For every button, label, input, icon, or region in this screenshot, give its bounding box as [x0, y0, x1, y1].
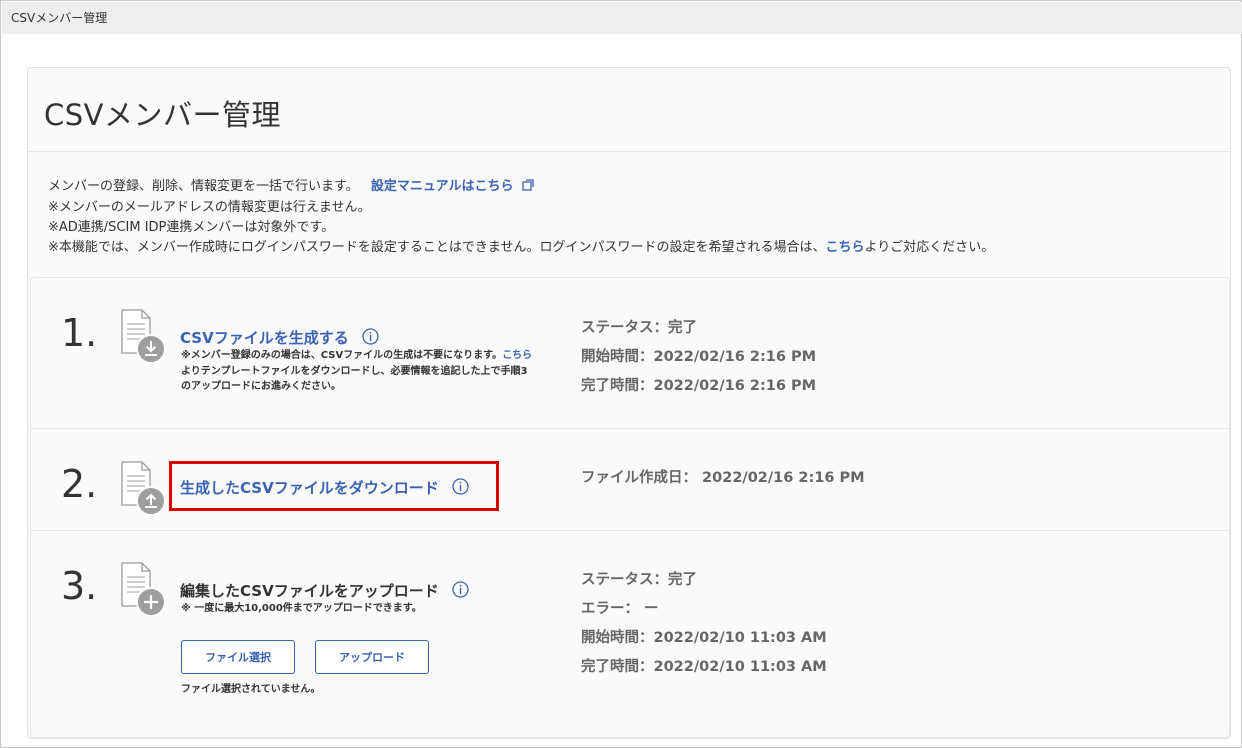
step-divider — [31, 530, 1229, 531]
description-text: メンバーの登録、削除、情報変更を一括で行います。 — [48, 179, 359, 194]
description-line-4: ※本機能では、メンバー作成時にログインパスワードを設定することはできません。ログ… — [48, 236, 994, 255]
download-highlight-box — [169, 461, 499, 511]
step-divider — [31, 428, 1229, 429]
step-3-title: 編集したCSVファイルをアップロード — [180, 582, 439, 600]
step-3-start-time: 開始時間：2022/02/10 11:03 AM — [581, 630, 827, 646]
file-selection-status: ファイル選択されていません。 — [181, 684, 321, 695]
title-bar: CSVメンバー管理 — [2, 2, 1242, 34]
steps-panel: 1. CSVファイルを生成する ※メンバー登録のみの場合は、CSVファイルの生成… — [30, 277, 1230, 738]
step-1-number: 1. — [61, 311, 98, 355]
title-divider — [28, 151, 1230, 152]
page-title: CSVメンバー管理 — [44, 98, 281, 132]
step-2-number: 2. — [61, 462, 98, 506]
step-1-title[interactable]: CSVファイルを生成する — [180, 329, 349, 347]
window-frame: CSVメンバー管理 CSVメンバー管理 メンバーの登録、削除、情報変更を一括で行… — [0, 0, 1242, 748]
step-1-status: ステータス：完了 — [581, 320, 697, 336]
description-line-2: ※メンバーのメールアドレスの情報変更は行えません。 — [48, 200, 371, 215]
note-text: ※メンバー登録のみの場合は、CSVファイルの生成は不要になります。 — [181, 350, 503, 361]
description-text: よりご対応ください。 — [864, 240, 995, 255]
step-3-error: エラー： ー — [581, 601, 659, 617]
template-download-link[interactable]: こちら — [502, 350, 532, 361]
upload-csv-heading: 編集したCSVファイルをアップロード — [180, 580, 469, 601]
file-download-icon — [121, 309, 166, 364]
manual-link[interactable]: 設定マニュアルはこちら — [371, 179, 514, 194]
step-3-number: 3. — [61, 564, 98, 608]
file-upload-icon — [121, 461, 166, 516]
info-icon[interactable] — [362, 328, 379, 345]
step-3-end-time: 完了時間：2022/02/10 11:03 AM — [581, 659, 827, 675]
window-title: CSVメンバー管理 — [11, 11, 108, 25]
step-1-note-line-3: のアップロードにお進みください。 — [181, 381, 341, 392]
step-1-note-line-1: ※メンバー登録のみの場合は、CSVファイルの生成は不要になります。こちら — [181, 349, 532, 363]
file-add-icon — [121, 562, 166, 617]
step-1-note-line-2: よりテンプレートファイルをダウンロードし、必要情報を追記した上で手順3 — [181, 366, 528, 377]
step-1-start-time: 開始時間：2022/02/16 2:16 PM — [581, 349, 817, 365]
password-settings-link[interactable]: こちら — [826, 240, 865, 255]
file-select-button[interactable]: ファイル選択 — [181, 640, 295, 674]
upload-button[interactable]: アップロード — [315, 640, 429, 674]
step-1-end-time: 完了時間：2022/02/16 2:16 PM — [581, 378, 817, 394]
external-link-icon[interactable] — [521, 179, 534, 191]
step-2-file-created: ファイル作成日： 2022/02/16 2:16 PM — [581, 470, 865, 486]
info-icon[interactable] — [452, 581, 469, 598]
description-line-3: ※AD連携/SCIM IDP連携メンバーは対象外です。 — [48, 220, 335, 235]
description-text: ※本機能では、メンバー作成時にログインパスワードを設定することはできません。ログ… — [48, 240, 826, 255]
generate-csv-link[interactable]: CSVファイルを生成する — [180, 327, 379, 348]
step-3-note: ※ 一度に最大10,000件までアップロードできます。 — [181, 603, 422, 614]
main-card: CSVメンバー管理 メンバーの登録、削除、情報変更を一括で行います。 設定マニュ… — [27, 67, 1231, 739]
step-3-status: ステータス：完了 — [581, 572, 697, 588]
description-line-1: メンバーの登録、削除、情報変更を一括で行います。 設定マニュアルはこちら — [48, 175, 534, 194]
